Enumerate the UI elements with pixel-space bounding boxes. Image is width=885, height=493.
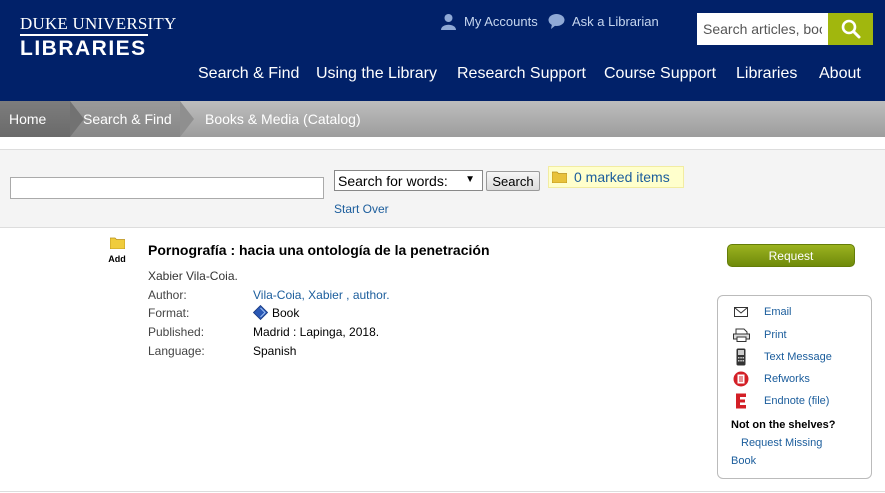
- endnote-link[interactable]: Endnote (file): [731, 393, 829, 409]
- endnote-icon: [736, 393, 746, 409]
- printer-icon: [732, 328, 750, 342]
- print-label: Print: [764, 329, 787, 341]
- chat-bubble-icon: [548, 14, 565, 29]
- search-icon: [841, 19, 860, 39]
- my-accounts-link[interactable]: My Accounts: [440, 13, 538, 30]
- breadcrumb: Home Search & Find Books & Media (Catalo…: [0, 101, 885, 137]
- format-value: Book: [253, 305, 299, 320]
- logo-rule: [20, 34, 148, 36]
- not-on-shelves-heading: Not on the shelves?: [731, 419, 836, 431]
- tools-panel: Email Print Text Message Refworks Endnot…: [717, 295, 872, 479]
- catalog-search-input[interactable]: [10, 177, 324, 199]
- envelope-icon: [734, 307, 748, 317]
- marked-items-label: 0 marked items: [574, 169, 670, 185]
- text-message-link[interactable]: Text Message: [731, 348, 832, 366]
- my-accounts-label: My Accounts: [464, 14, 538, 29]
- text-message-label: Text Message: [764, 351, 832, 363]
- breadcrumb-search-find[interactable]: Search & Find: [83, 101, 172, 137]
- breadcrumb-catalog: Books & Media (Catalog): [205, 111, 361, 127]
- book-icon: [253, 305, 268, 320]
- duke-libraries-logo[interactable]: DUKE UNIVERSITY LIBRARIES: [20, 15, 176, 60]
- request-missing-line2: Book: [731, 455, 757, 467]
- refworks-label: Refworks: [764, 373, 810, 385]
- refworks-link[interactable]: Refworks: [731, 371, 810, 387]
- nav-research-support[interactable]: Research Support: [457, 65, 586, 83]
- print-link[interactable]: Print: [731, 328, 787, 342]
- record-title: Pornografía : hacia una ontología de la …: [148, 242, 490, 258]
- record-byline: Xabier Vila-Coia.: [148, 269, 238, 283]
- logo-line-1: DUKE UNIVERSITY: [20, 14, 177, 33]
- ask-librarian-label: Ask a Librarian: [572, 13, 659, 29]
- author-link[interactable]: Vila-Coia, Xabier , author.: [253, 288, 390, 302]
- site-header: DUKE UNIVERSITY LIBRARIES My Accounts As…: [0, 0, 885, 101]
- format-label: Format:: [148, 306, 190, 320]
- mobile-phone-icon: [736, 348, 746, 366]
- dropdown-caret-icon: ▼: [465, 174, 475, 185]
- nav-search-find[interactable]: Search & Find: [198, 65, 299, 83]
- ask-librarian-link[interactable]: Ask a Librarian: [548, 13, 659, 29]
- search-type-select[interactable]: Search for words: ▼: [334, 170, 483, 191]
- site-search-button[interactable]: [828, 13, 873, 45]
- add-to-folder-button[interactable]: Add: [107, 236, 127, 264]
- site-search-input[interactable]: [697, 13, 828, 45]
- folder-icon: [552, 171, 567, 183]
- breadcrumb-home[interactable]: Home: [9, 101, 46, 137]
- refworks-icon: [733, 371, 749, 387]
- request-missing-book-link[interactable]: Request Missing Book: [731, 434, 841, 470]
- add-label: Add: [108, 254, 126, 264]
- endnote-label: Endnote (file): [764, 395, 830, 407]
- email-link[interactable]: Email: [731, 306, 792, 318]
- nav-about[interactable]: About: [819, 65, 861, 83]
- user-icon: [441, 14, 456, 30]
- nav-libraries[interactable]: Libraries: [736, 65, 797, 83]
- language-value: Spanish: [253, 344, 297, 358]
- nav-course-support[interactable]: Course Support: [604, 65, 716, 83]
- nav-using-library[interactable]: Using the Library: [316, 65, 437, 83]
- author-label: Author:: [148, 288, 187, 302]
- email-label: Email: [764, 306, 792, 318]
- folder-icon: [109, 237, 125, 250]
- catalog-search-button[interactable]: Search: [486, 171, 540, 191]
- logo-line-2: LIBRARIES: [20, 37, 147, 60]
- marked-items-link[interactable]: 0 marked items: [548, 166, 684, 188]
- published-label: Published:: [148, 325, 205, 339]
- published-value: Madrid : Lapinga, 2018.: [253, 325, 380, 339]
- start-over-link[interactable]: Start Over: [334, 202, 389, 216]
- request-button[interactable]: Request: [727, 244, 855, 267]
- language-label: Language:: [148, 344, 205, 358]
- search-type-value: Search for words:: [338, 172, 448, 189]
- request-missing-line1: Request Missing: [741, 437, 823, 449]
- format-text: Book: [272, 305, 300, 320]
